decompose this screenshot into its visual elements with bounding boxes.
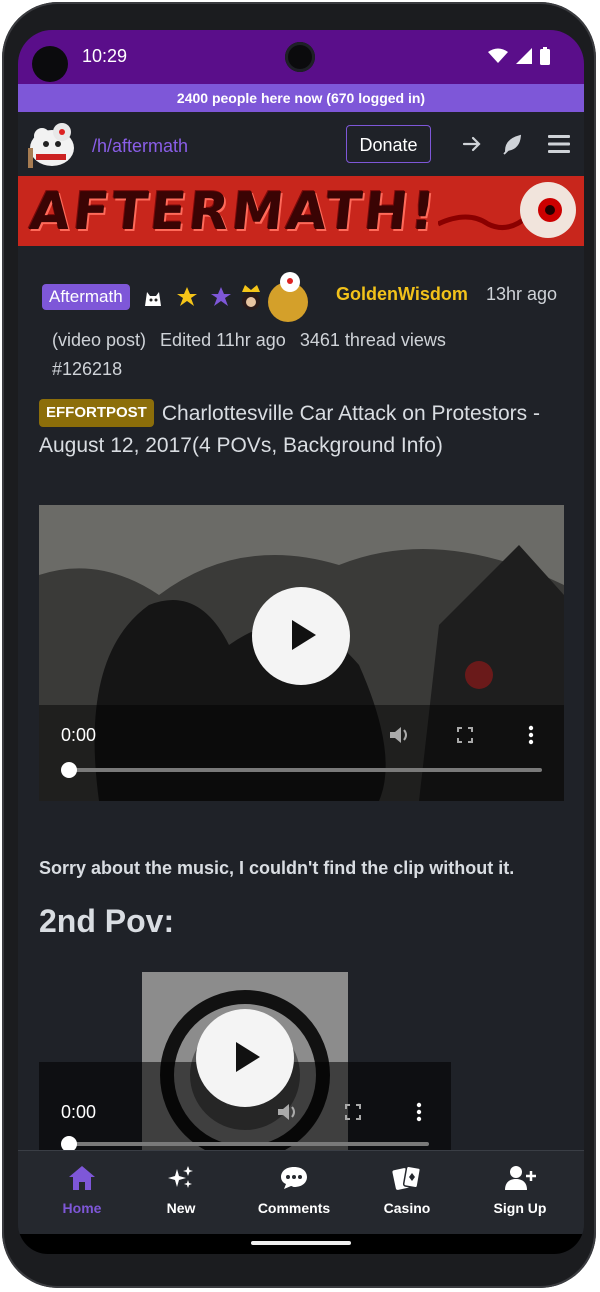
nav-comments[interactable]: Comments: [244, 1165, 344, 1216]
purple-star-badge-icon: [210, 287, 231, 306]
online-count-bar: 2400 people here now (670 logged in): [18, 84, 584, 112]
volume-icon-2[interactable]: [277, 1102, 299, 1122]
cards-icon: [392, 1165, 422, 1190]
post-id[interactable]: #126218: [52, 359, 122, 379]
system-icons: [488, 47, 550, 65]
video-player-2[interactable]: 0:00: [39, 972, 451, 1150]
post-meta: Aftermath: [42, 272, 310, 322]
play-button[interactable]: [252, 587, 350, 685]
video-time: 0:00: [61, 725, 97, 745]
nav-new[interactable]: New: [131, 1165, 231, 1216]
more-options-icon[interactable]: [528, 725, 534, 745]
user-avatar[interactable]: [266, 272, 310, 322]
arrow-right-icon[interactable]: [462, 134, 482, 154]
nav-home-label: Home: [62, 1200, 102, 1216]
bottom-nav: Home New Comments Casino Sign Up: [18, 1150, 584, 1235]
home-icon: [69, 1166, 95, 1190]
status-time: 10:29: [82, 46, 128, 66]
more-options-icon-2[interactable]: [416, 1102, 422, 1122]
video-progress-track[interactable]: [69, 768, 542, 772]
banner-text: AFTERMATH!: [26, 182, 441, 242]
volume-icon[interactable]: [389, 725, 411, 745]
sub-link[interactable]: /h/aftermath: [92, 136, 188, 157]
front-camera: [285, 42, 315, 72]
feather-icon[interactable]: [502, 134, 524, 156]
video-player-1[interactable]: 0:00: [39, 505, 564, 801]
user-plus-icon: [505, 1166, 536, 1190]
nav-signup-label: Sign Up: [493, 1200, 547, 1216]
eyeball-icon: [438, 182, 576, 238]
fullscreen-icon[interactable]: [457, 727, 473, 743]
view-count: 3461 thread views: [299, 330, 446, 350]
screen: 10:29 2400 people here now (670 logged i…: [18, 30, 584, 1254]
nav-comments-label: Comments: [257, 1200, 331, 1216]
top-navbar: /h/aftermath Donate: [18, 112, 584, 176]
video-progress-knob[interactable]: [61, 762, 77, 778]
post-content: Aftermath GoldenWisdom 13hr ago (video p…: [18, 246, 584, 1150]
signal-icon: [516, 48, 532, 64]
donate-button[interactable]: Donate: [346, 125, 431, 163]
phone-frame: 10:29 2400 people here now (670 logged i…: [2, 2, 596, 1288]
section-heading: 2nd Pov:: [39, 903, 175, 939]
status-bar: 10:29: [18, 30, 584, 84]
edited-time: Edited 11hr ago: [160, 330, 286, 350]
sparkles-icon: [168, 1166, 193, 1188]
video2-progress-knob[interactable]: [61, 1136, 77, 1150]
flair-badge[interactable]: Aftermath: [42, 284, 130, 310]
comment-icon: [281, 1167, 307, 1189]
video2-time: 0:00: [61, 1102, 97, 1122]
nav-new-label: New: [166, 1200, 196, 1216]
play-button-2[interactable]: [196, 1009, 294, 1107]
video2-progress-track[interactable]: [69, 1142, 429, 1146]
post-body-text: Sorry about the music, I couldn't find t…: [39, 858, 515, 878]
effortpost-tag: EFFORTPOST: [39, 399, 154, 427]
nav-casino-label: Casino: [383, 1200, 431, 1216]
nav-casino[interactable]: Casino: [357, 1165, 457, 1216]
site-logo-icon[interactable]: [22, 118, 82, 170]
crown-avatar-icon: [241, 285, 260, 310]
post-stats: (video post) Edited 11hr ago 3461 thread v…: [52, 326, 512, 384]
sub-banner: AFTERMATH!: [18, 176, 584, 246]
cat-badge-icon: [144, 292, 161, 306]
star-badge-icon: [176, 287, 197, 306]
post-type: (video post): [52, 330, 147, 350]
post-title[interactable]: EFFORTPOST Charlottesville Car Attack on …: [39, 398, 569, 462]
home-indicator[interactable]: [251, 1241, 351, 1245]
gesture-bar: [18, 1234, 584, 1254]
nav-signup[interactable]: Sign Up: [470, 1165, 570, 1216]
menu-icon[interactable]: [548, 134, 570, 154]
author-name[interactable]: GoldenWisdom: [336, 284, 468, 305]
post-time: 13hr ago: [486, 284, 558, 304]
battery-icon: [540, 47, 550, 65]
fullscreen-icon-2[interactable]: [345, 1104, 361, 1120]
nav-home[interactable]: Home: [32, 1165, 132, 1216]
wifi-icon: [488, 48, 508, 63]
front-camera-left: [32, 46, 68, 82]
